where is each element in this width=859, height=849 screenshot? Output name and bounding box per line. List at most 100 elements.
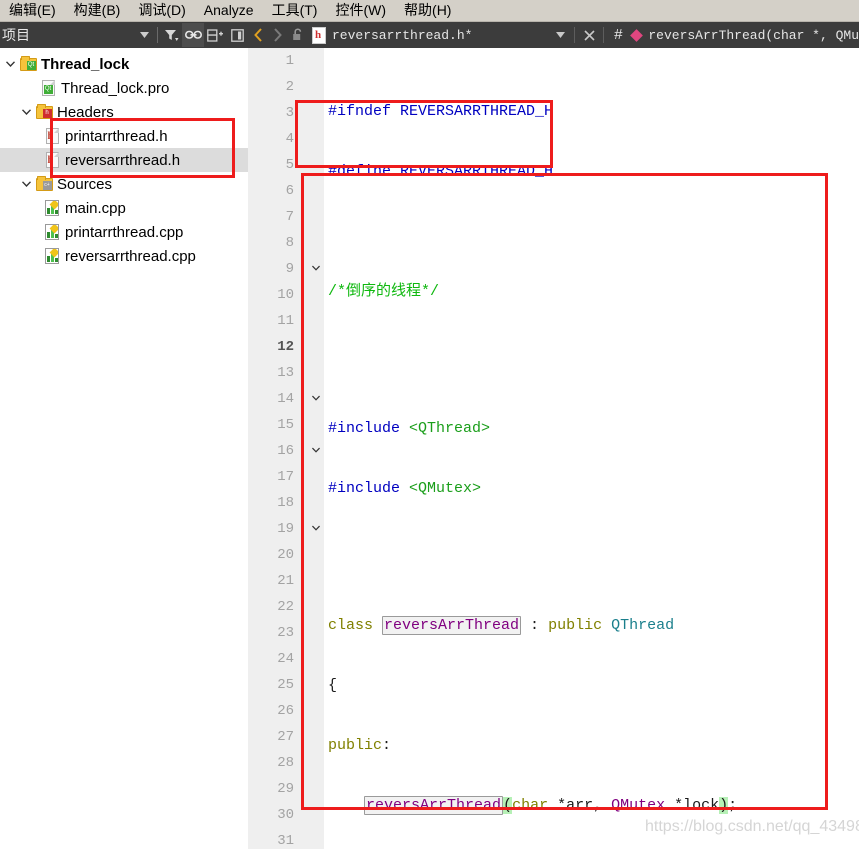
filter-icon[interactable] (160, 23, 182, 47)
code-editor[interactable]: 1 2 3 4 5 6 7 8 9 10 11 12 13 14 15 16 1… (248, 48, 859, 849)
line-number: 17 (277, 469, 294, 485)
line-number: 7 (285, 209, 294, 225)
line-number: 2 (285, 79, 294, 95)
line-number: 8 (285, 235, 294, 251)
chevron-down-icon[interactable] (18, 181, 34, 187)
split-add-icon[interactable] (204, 23, 226, 47)
tree-item-label: reversarrthread.cpp (65, 247, 196, 265)
code-line-4: /*倒序的线程*/ (324, 279, 859, 305)
chevron-down-icon[interactable] (2, 61, 18, 67)
line-number: 6 (285, 183, 294, 199)
code-line-2: #define REVERSARRTHREAD_H (324, 159, 859, 185)
close-tab-icon[interactable] (579, 22, 599, 48)
cpp-file-icon (42, 224, 62, 240)
line-number-current: 12 (277, 339, 294, 355)
line-number: 29 (277, 781, 294, 797)
cpp-file-icon (42, 200, 62, 216)
editor-toolbar: h reversarrthread.h* # reversArrThread(c… (248, 22, 859, 48)
back-arrow-icon[interactable] (248, 22, 268, 48)
tree-item-printarrthread-h[interactable]: h printarrthread.h (0, 124, 248, 148)
line-number: 16 (277, 443, 294, 459)
h-file-icon: h (42, 152, 62, 168)
tree-item-label: Sources (57, 175, 113, 193)
project-file-tree[interactable]: Qt Thread_lock Qt Thread_lock.pro h Head… (0, 48, 248, 849)
fold-marker-icon[interactable] (308, 516, 324, 542)
watermark: https://blog.csdn.net/qq_43498137 (645, 818, 859, 835)
menu-item-window[interactable]: 控件(W) (326, 0, 395, 21)
code-line-12: reversArrThread (char *arr, QMutex *lock)… (364, 796, 738, 815)
line-number: 30 (277, 807, 294, 823)
toolbar-divider (157, 27, 158, 43)
line-number: 4 (285, 131, 294, 147)
line-number: 3 (285, 105, 294, 121)
tree-item-label: printarrthread.h (65, 127, 168, 145)
h-file-icon: h (312, 26, 326, 44)
tree-item-headers[interactable]: h Headers (0, 100, 248, 124)
menu-item-edit[interactable]: 编辑(E) (0, 0, 65, 21)
chevron-down-icon[interactable] (18, 109, 34, 115)
menu-item-help[interactable]: 帮助(H) (395, 0, 460, 21)
menu-item-analyze[interactable]: Analyze (195, 0, 263, 21)
line-number: 10 (277, 287, 294, 303)
pro-file-icon: Qt (38, 80, 58, 96)
h-file-icon: h (42, 128, 62, 144)
file-dropdown-icon[interactable] (550, 22, 570, 48)
toolbar-divider (574, 27, 576, 43)
project-panel-header: 项目 (0, 22, 248, 48)
tree-item-label: reversarrthread.h (65, 151, 181, 169)
project-panel: 项目 Qt Thread_lock Qt Thread_lock.pro h H… (0, 22, 248, 849)
line-number: 24 (277, 651, 294, 667)
tree-item-label: Thread_lock (41, 55, 130, 73)
line-number: 28 (277, 755, 294, 771)
project-panel-title: 项目 (2, 27, 30, 43)
line-number: 23 (277, 625, 294, 641)
close-pane-icon[interactable] (226, 23, 248, 47)
code-token: /*倒序的线程*/ (328, 283, 440, 300)
code-token: #ifndef REVERSARRTHREAD_H (328, 103, 554, 120)
tree-item-reversarrthread-h[interactable]: h reversarrthread.h (0, 148, 248, 172)
menu-item-build[interactable]: 构建(B) (65, 0, 130, 21)
forward-arrow-icon[interactable] (268, 22, 288, 48)
code-line-7: #include <QMutex> (328, 480, 482, 497)
line-number: 1 (285, 53, 294, 69)
fold-marker-icon[interactable] (308, 438, 324, 464)
menu-bar: 编辑(E) 构建(B) 调试(D) Analyze 工具(T) 控件(W) 帮助… (0, 0, 859, 22)
link-icon[interactable] (182, 23, 204, 47)
tree-item-reversarrthread-cpp[interactable]: reversarrthread.cpp (0, 244, 248, 268)
code-token: #define REVERSARRTHREAD_H (328, 163, 554, 180)
menu-item-tools[interactable]: 工具(T) (263, 0, 327, 21)
line-number: 20 (277, 547, 294, 563)
tree-item-printarrthread-cpp[interactable]: printarrthread.cpp (0, 220, 248, 244)
tree-item-label: printarrthread.cpp (65, 223, 184, 241)
line-number: 14 (277, 391, 294, 407)
tree-item-thread-lock[interactable]: Qt Thread_lock (0, 52, 248, 76)
tree-item-label: Thread_lock.pro (61, 79, 170, 97)
tree-item-main-cpp[interactable]: main.cpp (0, 196, 248, 220)
editor-panel: h reversarrthread.h* # reversArrThread(c… (248, 22, 859, 849)
menu-item-debug[interactable]: 调试(D) (129, 0, 194, 21)
hash-symbol-icon[interactable]: # (608, 22, 628, 48)
tree-item-sources[interactable]: c+ Sources (0, 172, 248, 196)
code-line-6: #include <QThread> (328, 420, 491, 437)
line-number: 31 (277, 833, 294, 849)
line-number: 27 (277, 729, 294, 745)
fold-marker-icon[interactable] (308, 256, 324, 282)
editor-symbol-selector[interactable]: reversArrThread(char *, QMu (648, 28, 859, 43)
editor-filename[interactable]: reversarrthread.h* (326, 28, 472, 43)
code-line-1: #ifndef REVERSARRTHREAD_H (324, 99, 859, 125)
fold-marker-icon[interactable] (308, 386, 324, 412)
line-number: 19 (277, 521, 294, 537)
tree-item-thread-lock-pro[interactable]: Qt Thread_lock.pro (0, 76, 248, 100)
dropdown-arrow-icon[interactable] (133, 23, 155, 47)
line-number: 18 (277, 495, 294, 511)
code-line-9: class reversArrThread : public QThread (328, 616, 675, 635)
headers-folder-icon: h (34, 103, 54, 119)
code-line-11: public: (328, 737, 392, 754)
line-number: 21 (277, 573, 294, 589)
unlock-icon[interactable] (288, 22, 308, 48)
code-text[interactable]: #ifndef REVERSARRTHREAD_H #define REVERS… (324, 48, 859, 849)
line-number: 22 (277, 599, 294, 615)
